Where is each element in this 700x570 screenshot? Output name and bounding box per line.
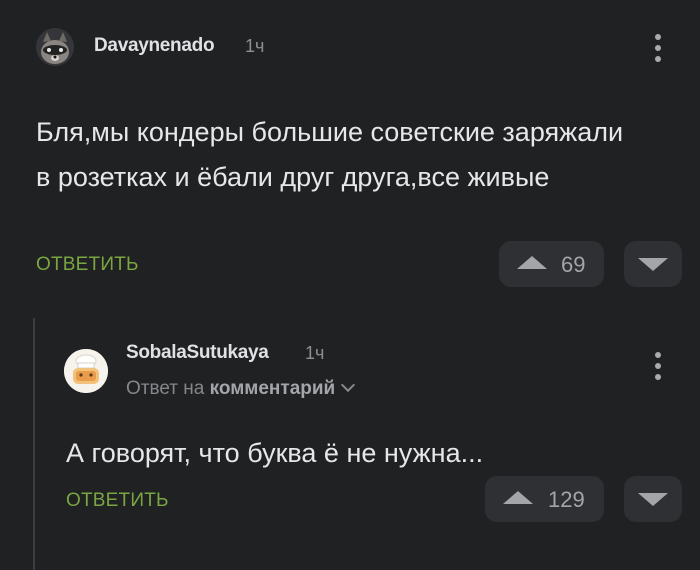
comment-timestamp: 1ч — [305, 343, 325, 363]
arrow-down-icon — [638, 258, 668, 271]
arrow-down-icon — [638, 493, 668, 506]
reply-to-link[interactable]: Ответ на комментарий — [126, 377, 356, 400]
chevron-down-icon — [341, 377, 356, 393]
comment-text: Бля,мы кондеры большие советские заряжал… — [36, 117, 624, 192]
reply-to-target: комментарий — [209, 378, 336, 399]
more-options-icon[interactable] — [655, 34, 661, 64]
downvote-button[interactable] — [624, 241, 682, 287]
comments-page: Davaynenado 1ч Бля,мы кондеры большие со… — [0, 0, 700, 570]
upvote-button[interactable]: 129 — [485, 476, 604, 522]
comment-username[interactable]: SobalaSutukaya — [126, 342, 269, 364]
thread-line[interactable] — [33, 318, 35, 570]
user-avatar[interactable] — [36, 28, 74, 66]
reply-to-prefix: Ответ на — [126, 378, 205, 399]
rating-count: 69 — [561, 252, 586, 277]
rating-count: 129 — [548, 487, 585, 512]
more-options-icon[interactable] — [655, 352, 661, 382]
reply-button[interactable]: ОТВЕТИТЬ — [66, 490, 169, 512]
arrow-up-icon — [517, 256, 547, 269]
raccoon-avatar-icon — [36, 28, 74, 66]
comment-username[interactable]: Davaynenado — [94, 35, 215, 57]
upvote-button[interactable]: 69 — [499, 241, 604, 287]
chef-avatar-icon — [64, 349, 108, 393]
comment-text: А говорят, что буква ё не нужна... — [66, 438, 484, 468]
reply-button[interactable]: ОТВЕТИТЬ — [36, 254, 139, 276]
comment-timestamp: 1ч — [245, 36, 265, 56]
downvote-button[interactable] — [624, 476, 682, 522]
user-avatar[interactable] — [64, 349, 108, 393]
arrow-up-icon — [503, 491, 533, 504]
